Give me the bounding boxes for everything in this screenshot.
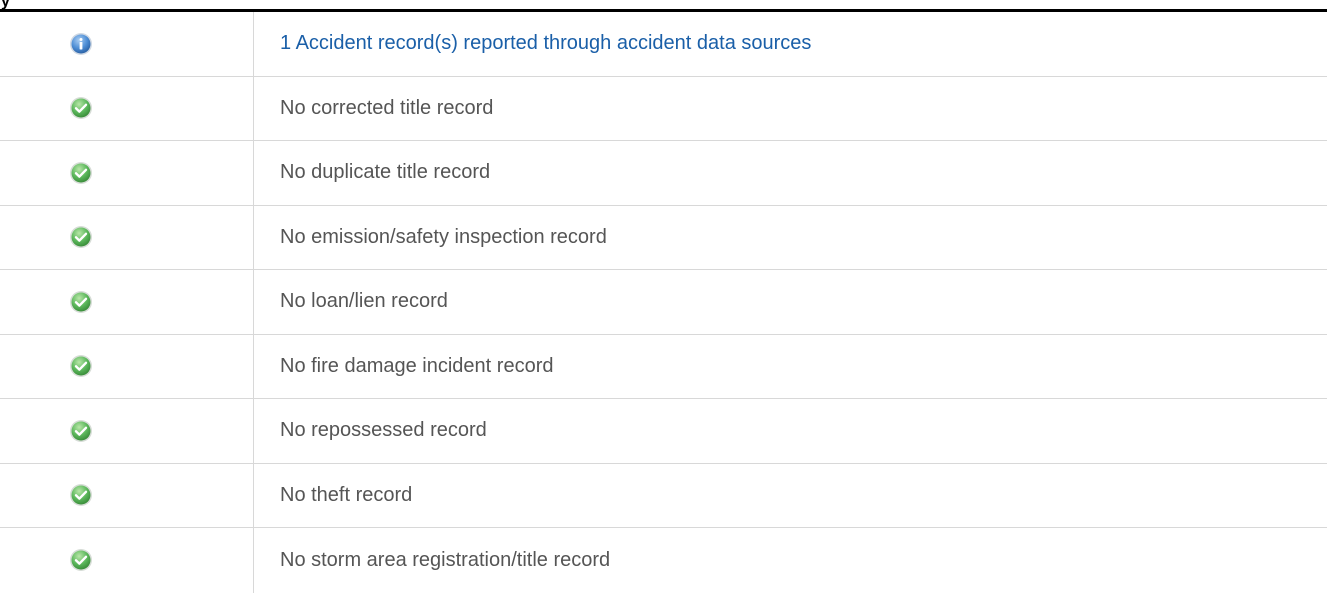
check-icon <box>70 419 92 442</box>
record-row: No emission/safety inspection record <box>0 205 1327 270</box>
record-text: No corrected title record <box>280 96 494 119</box>
record-text: No fire damage incident record <box>280 354 554 377</box>
check-icon <box>70 290 92 313</box>
check-icon <box>70 355 92 378</box>
record-text: No storm area registration/title record <box>280 548 611 571</box>
record-checklist: 1 Accident record(s) reported through ac… <box>0 12 1327 593</box>
check-icon <box>70 484 92 507</box>
status-cell <box>0 463 254 527</box>
record-row: 1 Accident record(s) reported through ac… <box>0 12 1327 77</box>
status-cell <box>0 399 254 463</box>
check-icon <box>70 97 92 120</box>
status-cell <box>0 141 254 205</box>
check-icon <box>70 161 92 184</box>
record-text: No duplicate title record <box>280 161 491 184</box>
status-cell <box>0 205 254 269</box>
check-icon <box>70 549 92 572</box>
record-row: No fire damage incident record <box>0 334 1327 399</box>
status-cell <box>0 76 254 140</box>
record-row: No storm area registration/title record <box>0 528 1327 593</box>
record-row: No loan/lien record <box>0 270 1327 335</box>
record-row: No repossessed record <box>0 399 1327 464</box>
status-cell <box>0 528 254 593</box>
status-cell <box>0 12 254 76</box>
check-icon <box>70 226 92 249</box>
info-icon <box>70 32 92 55</box>
record-text: No emission/safety inspection record <box>280 225 607 248</box>
status-cell <box>0 334 254 398</box>
record-text: No repossessed record <box>280 419 487 442</box>
record-row: No theft record <box>0 463 1327 528</box>
record-text: No loan/lien record <box>280 290 448 313</box>
record-text: No theft record <box>280 483 413 506</box>
accident-record-link[interactable]: 1 Accident record(s) reported through ac… <box>280 12 811 76</box>
status-cell <box>0 270 254 334</box>
record-row: No corrected title record <box>0 76 1327 141</box>
record-row: No duplicate title record <box>0 141 1327 206</box>
